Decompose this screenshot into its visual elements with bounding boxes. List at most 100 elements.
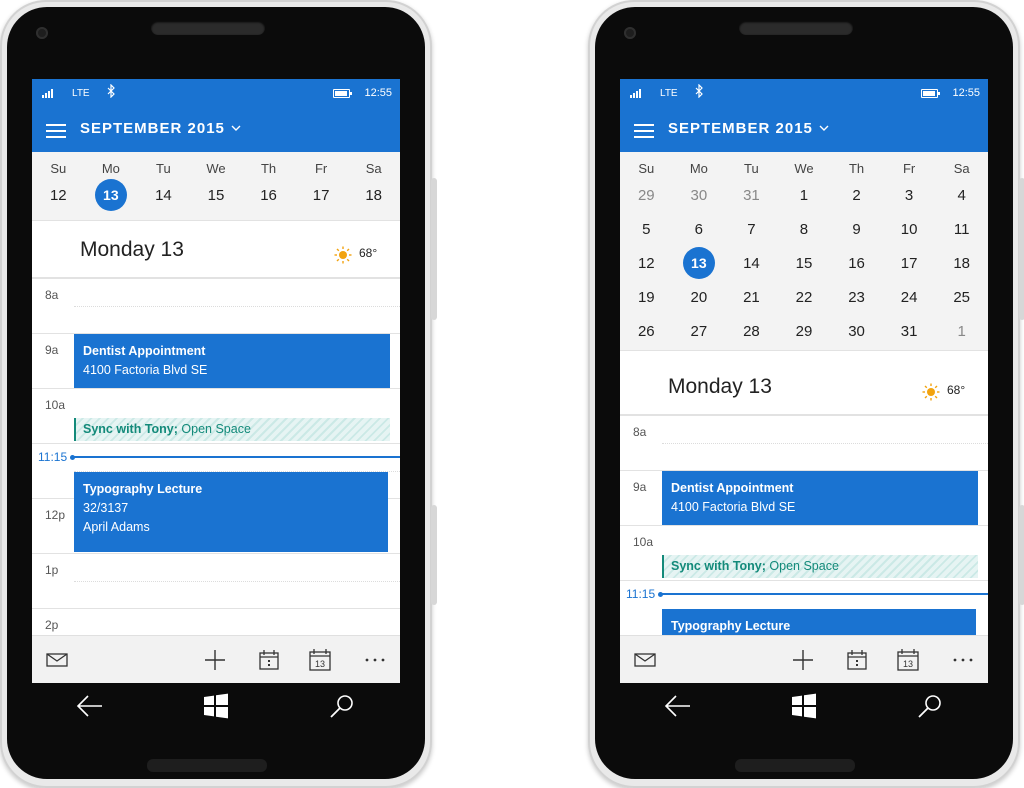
add-icon[interactable]	[202, 648, 228, 672]
calendar-day[interactable]: 7	[725, 212, 778, 246]
calendar-day[interactable]: 6	[673, 212, 726, 246]
event-title: Typography Lecture	[83, 482, 203, 496]
current-time-label: 11:15	[38, 450, 68, 464]
week-row: 29 30 31 1 2 3 4	[620, 178, 988, 212]
back-icon[interactable]	[70, 686, 110, 726]
calendar-day[interactable]: 5	[620, 212, 673, 246]
event-sync-with-tony[interactable]: Sync with Tony; Open Space	[74, 418, 390, 441]
calendar-day[interactable]: 23	[830, 280, 883, 314]
status-time: 12:55	[364, 87, 392, 99]
event-typography-lecture[interactable]: Typography Lecture 32/3137 April Adams	[74, 472, 388, 552]
calendar-screen-week-view: LTE 12:55 SEPTEMBER 2015 Su Mo Tu We Th …	[32, 79, 400, 683]
temperature: 68°	[947, 383, 966, 397]
calendar-day[interactable]: 2	[830, 178, 883, 212]
weekday-label: Mo	[101, 161, 120, 176]
today-icon[interactable]	[256, 648, 282, 672]
calendar-day[interactable]: 17	[295, 178, 348, 212]
agenda-timeline[interactable]: 8a 9a 10a 12p 1p 2p Dentist Appointment …	[32, 278, 400, 635]
speaker-grille	[735, 759, 855, 772]
calendar-day[interactable]: 20	[673, 280, 726, 314]
mail-icon[interactable]	[44, 648, 70, 672]
event-typography-lecture[interactable]: Typography Lecture	[662, 609, 976, 635]
calendar-day[interactable]: 4	[935, 178, 988, 212]
calendar-day[interactable]: 14	[725, 246, 778, 280]
agenda-timeline[interactable]: 8a 9a 10a Dentist Appointment 4100 Facto…	[620, 415, 988, 635]
calendar-day[interactable]: 28	[725, 314, 778, 348]
calendar-day[interactable]: 1	[778, 178, 831, 212]
calendar-day-next-month[interactable]: 1	[935, 314, 988, 348]
calendar-day[interactable]: 29	[778, 314, 831, 348]
chevron-down-icon[interactable]	[819, 125, 829, 132]
weekday-label: Sa	[365, 161, 382, 176]
calendar-day-selected[interactable]: 13	[673, 246, 726, 280]
calendar-day[interactable]: 12	[32, 178, 85, 212]
calendar-day[interactable]: 22	[778, 280, 831, 314]
calendar-day-prev-month[interactable]: 31	[725, 178, 778, 212]
calendar-screen-month-view: LTE 12:55 SEPTEMBER 2015 Su Mo Tu We Th …	[620, 79, 988, 683]
more-icon[interactable]	[362, 648, 388, 672]
calendar-day[interactable]: 12	[620, 246, 673, 280]
windows-start-icon[interactable]	[196, 686, 236, 726]
month-title[interactable]: SEPTEMBER 2015	[668, 120, 813, 137]
calendar-day[interactable]: 31	[883, 314, 936, 348]
calendar-day[interactable]: 21	[725, 280, 778, 314]
calendar-day-prev-month[interactable]: 30	[673, 178, 726, 212]
event-title: Sync with Tony;	[83, 422, 178, 436]
calendar-day[interactable]: 19	[620, 280, 673, 314]
current-time-label: 11:15	[626, 587, 656, 601]
month-view-icon[interactable]: 13	[895, 648, 921, 672]
earpiece	[151, 21, 265, 35]
weekday-label: Su	[50, 161, 67, 176]
calendar-day[interactable]: 16	[242, 178, 295, 212]
event-dentist-appointment[interactable]: Dentist Appointment 4100 Factoria Blvd S…	[74, 334, 390, 388]
calendar-day[interactable]: 15	[778, 246, 831, 280]
week-row: 26 27 28 29 30 31 1	[620, 314, 988, 348]
weekday-label: We	[794, 161, 814, 176]
mail-icon[interactable]	[632, 648, 658, 672]
calendar-day[interactable]: 24	[883, 280, 936, 314]
hamburger-menu-icon[interactable]	[46, 124, 66, 138]
calendar-day[interactable]: 26	[620, 314, 673, 348]
day-title: Monday 13	[668, 375, 772, 398]
more-icon[interactable]	[950, 648, 976, 672]
calendar-day[interactable]: 17	[883, 246, 936, 280]
calendar-day[interactable]: 10	[883, 212, 936, 246]
add-icon[interactable]	[790, 648, 816, 672]
calendar-day[interactable]: 11	[935, 212, 988, 246]
month-title[interactable]: SEPTEMBER 2015	[80, 120, 225, 137]
battery-icon	[921, 89, 940, 98]
calendar-day[interactable]: 18	[347, 178, 400, 212]
search-icon[interactable]	[910, 686, 950, 726]
calendar-day[interactable]: 14	[137, 178, 190, 212]
weekday-label: Tu	[156, 161, 171, 176]
today-icon[interactable]	[844, 648, 870, 672]
calendar-day[interactable]: 16	[830, 246, 883, 280]
app-header: SEPTEMBER 2015	[620, 109, 988, 152]
calendar-day-selected[interactable]: 13	[85, 178, 138, 212]
windows-start-icon[interactable]	[784, 686, 824, 726]
search-icon[interactable]	[322, 686, 362, 726]
calendar-day[interactable]: 8	[778, 212, 831, 246]
calendar-day[interactable]: 27	[673, 314, 726, 348]
calendar-day[interactable]: 30	[830, 314, 883, 348]
event-location: 4100 Factoria Blvd SE	[671, 500, 796, 514]
event-title: Sync with Tony;	[671, 559, 766, 573]
day-title: Monday 13	[80, 238, 184, 261]
calendar-day-prev-month[interactable]: 29	[620, 178, 673, 212]
phone-right: LTE 12:55 SEPTEMBER 2015 Su Mo Tu We Th …	[588, 0, 1024, 788]
calendar-day[interactable]: 9	[830, 212, 883, 246]
month-view-icon[interactable]: 13	[307, 648, 333, 672]
status-time: 12:55	[952, 87, 980, 99]
phone-left: LTE 12:55 SEPTEMBER 2015 Su Mo Tu We Th …	[0, 0, 437, 788]
current-time-dot	[70, 454, 75, 460]
chevron-down-icon[interactable]	[231, 125, 241, 132]
calendar-day[interactable]: 3	[883, 178, 936, 212]
event-dentist-appointment[interactable]: Dentist Appointment 4100 Factoria Blvd S…	[662, 471, 978, 525]
calendar-day[interactable]: 18	[935, 246, 988, 280]
hamburger-menu-icon[interactable]	[634, 124, 654, 138]
event-sync-with-tony[interactable]: Sync with Tony; Open Space	[662, 555, 978, 578]
calendar-day[interactable]: 25	[935, 280, 988, 314]
calendar-day[interactable]: 15	[190, 178, 243, 212]
status-bar: LTE 12:55	[32, 79, 400, 109]
back-icon[interactable]	[658, 686, 698, 726]
